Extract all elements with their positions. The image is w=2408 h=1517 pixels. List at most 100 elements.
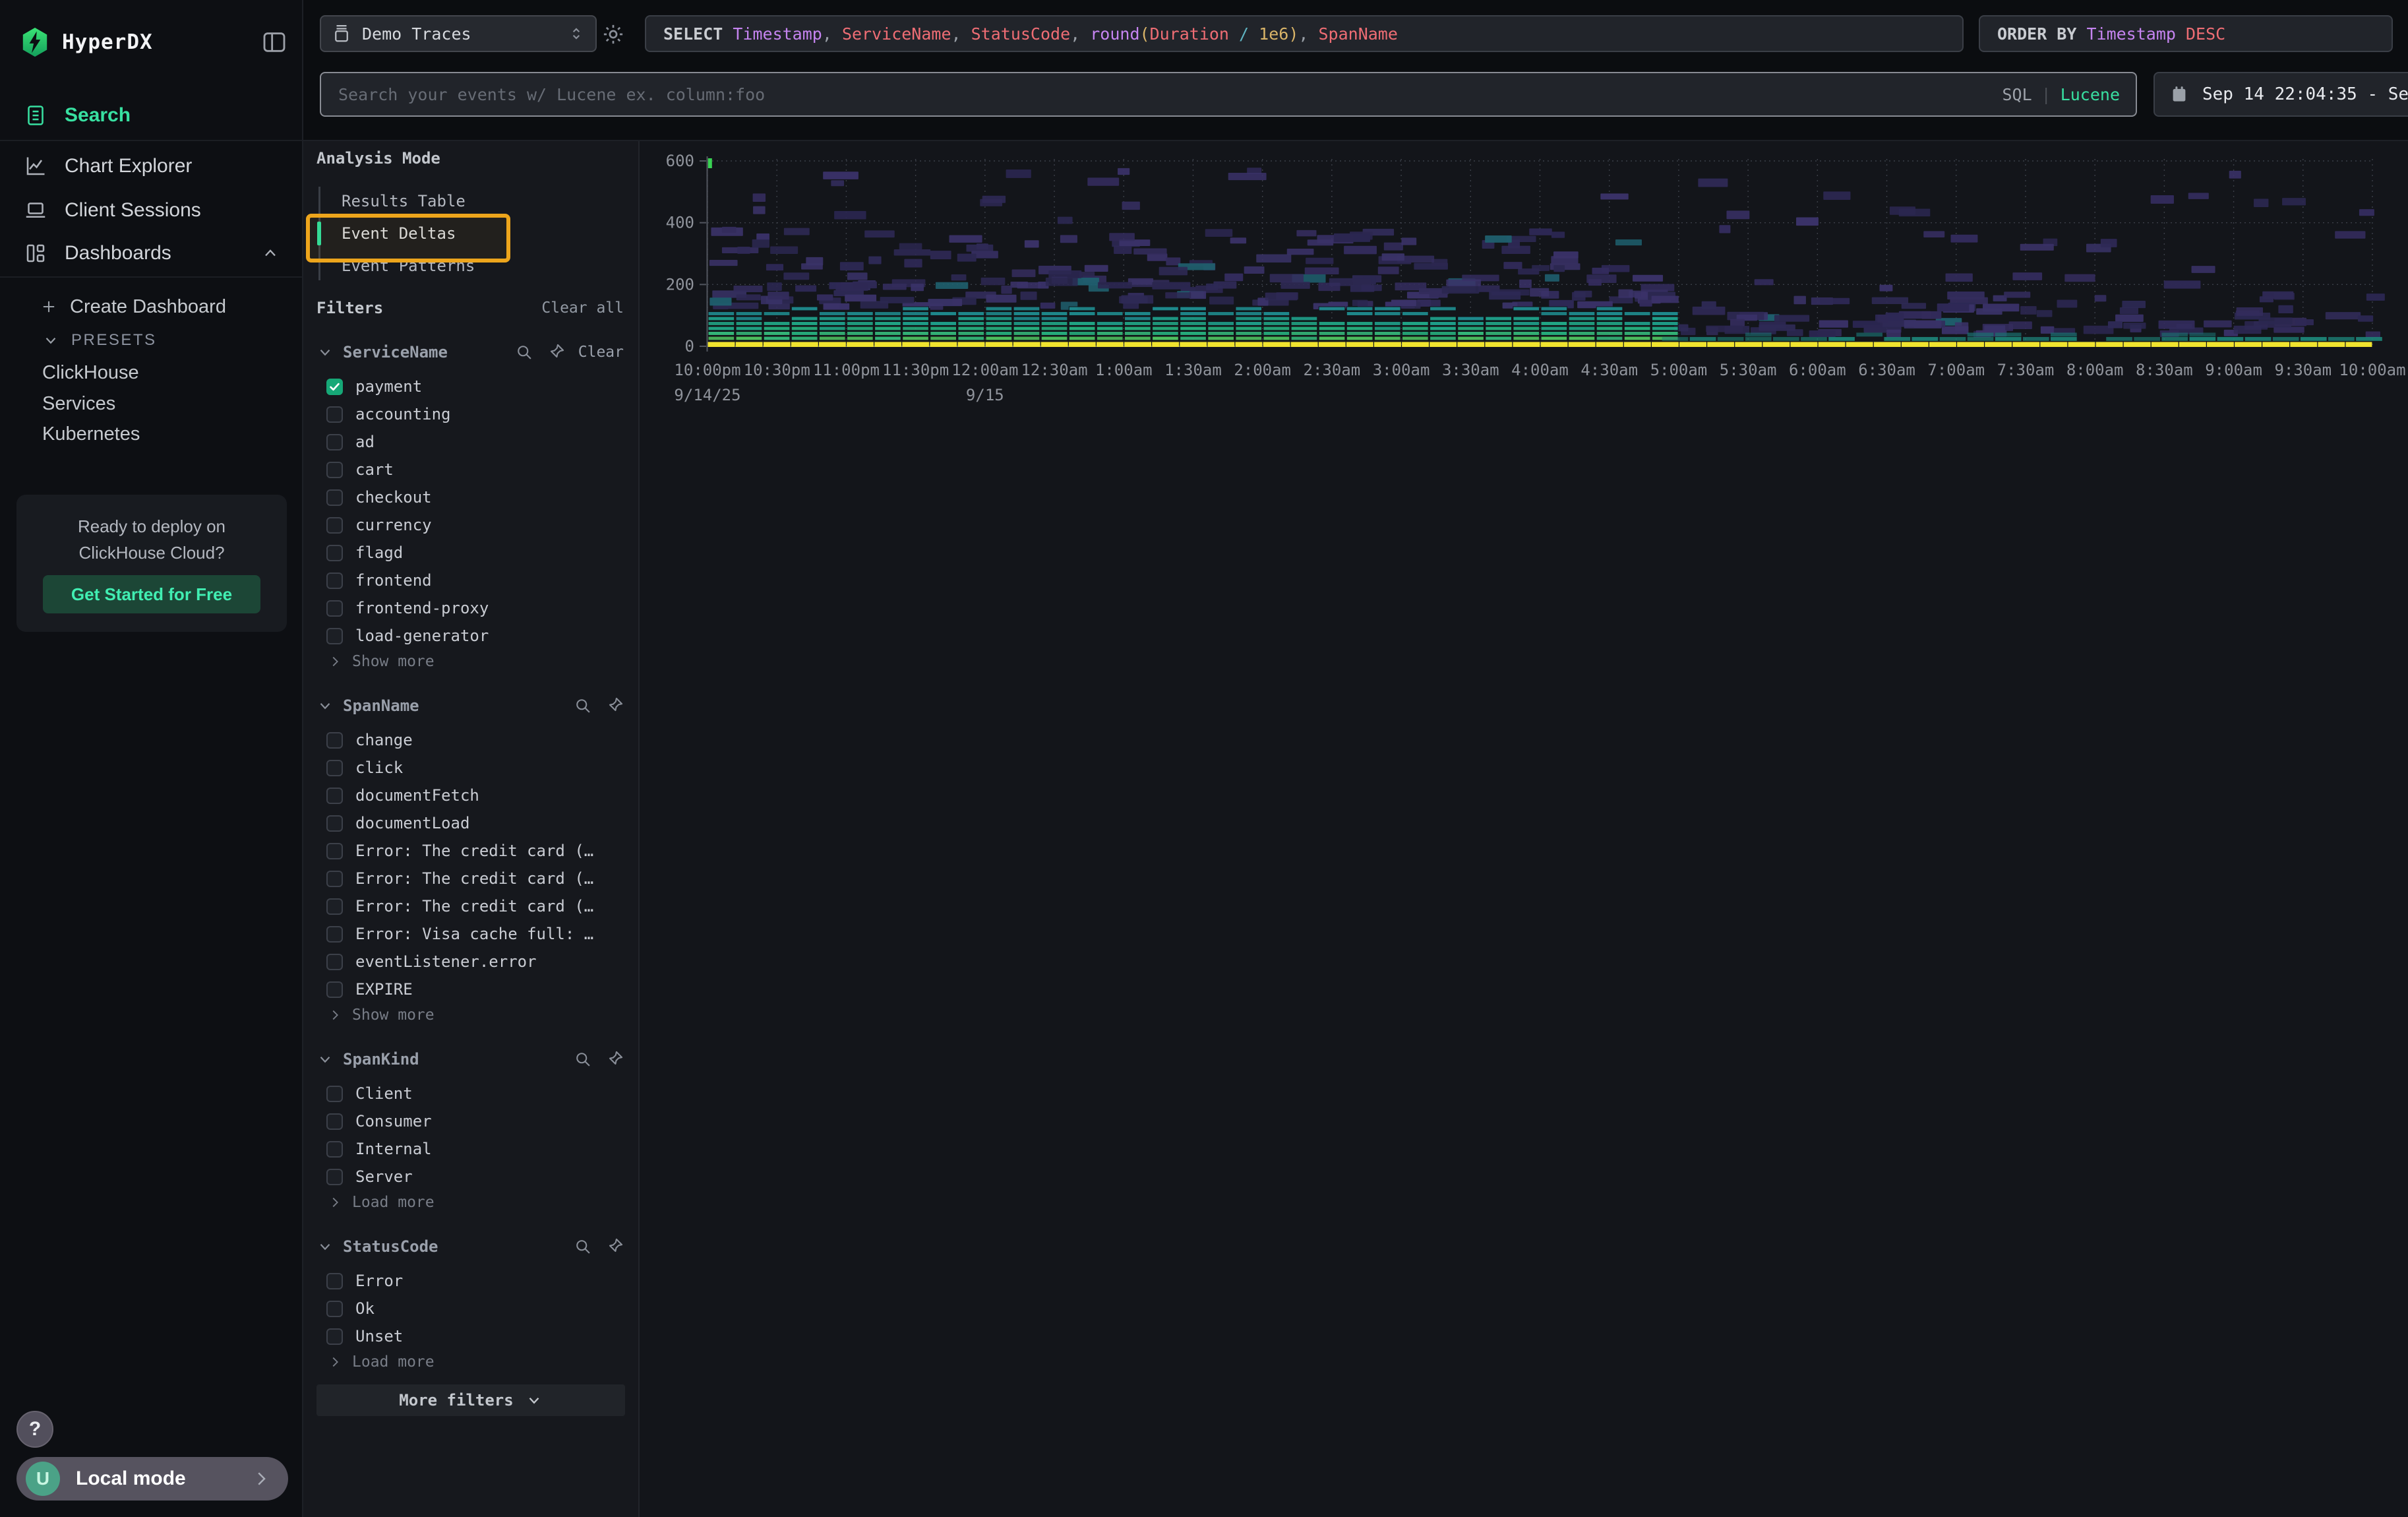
filter-option-client[interactable]: Client bbox=[303, 1080, 638, 1107]
filter-group-header[interactable]: StatusCode bbox=[303, 1225, 638, 1262]
checkbox[interactable] bbox=[326, 843, 343, 859]
load-more-button[interactable]: Load more bbox=[303, 1350, 638, 1374]
filter-option-ok[interactable]: Ok bbox=[303, 1295, 638, 1322]
filter-option-expire[interactable]: EXPIRE bbox=[303, 975, 638, 1003]
sidebar-item-presets[interactable]: PRESETS bbox=[0, 325, 302, 356]
filter-option-error-the-credit-card[interactable]: Error: The credit card (… bbox=[303, 892, 638, 920]
filter-option-flagd[interactable]: flagd bbox=[303, 539, 638, 567]
language-toggle-sql[interactable]: SQL bbox=[2002, 85, 2032, 104]
filter-option-frontend-proxy[interactable]: frontend-proxy bbox=[303, 594, 638, 622]
time-range-picker[interactable]: Sep 14 22:04:35 - Sep 15 10:04:35 bbox=[2153, 72, 2408, 117]
more-filters-button[interactable]: More filters bbox=[316, 1384, 625, 1416]
sidebar-item-chart-explorer[interactable]: Chart Explorer bbox=[0, 150, 302, 183]
filter-option-cart[interactable]: cart bbox=[303, 456, 638, 483]
checkbox[interactable] bbox=[326, 1301, 343, 1317]
checkbox[interactable] bbox=[326, 732, 343, 749]
pin-icon[interactable] bbox=[605, 697, 624, 715]
filter-option-consumer[interactable]: Consumer bbox=[303, 1107, 638, 1135]
filter-option-error[interactable]: Error bbox=[303, 1267, 638, 1295]
sidebar-item-dashboards[interactable]: Dashboards bbox=[0, 237, 302, 270]
filter-option-documentfetch[interactable]: documentFetch bbox=[303, 782, 638, 809]
search-icon[interactable] bbox=[574, 1050, 592, 1068]
checkbox[interactable] bbox=[326, 406, 343, 423]
checkbox-checked[interactable] bbox=[326, 379, 343, 395]
order-by-input[interactable]: ORDER BY Timestamp DESC bbox=[1979, 15, 2393, 52]
checkbox[interactable] bbox=[326, 517, 343, 534]
analysis-mode-option-event-deltas[interactable]: Event Deltas bbox=[303, 219, 559, 248]
filter-option-eventlistener-error[interactable]: eventListener.error bbox=[303, 948, 638, 975]
filter-group-header[interactable]: ServiceNameClear bbox=[303, 330, 638, 367]
checkbox[interactable] bbox=[326, 489, 343, 506]
checkbox[interactable] bbox=[326, 1113, 343, 1130]
checkbox[interactable] bbox=[326, 1086, 343, 1102]
filter-option-error-the-credit-card[interactable]: Error: The credit card (… bbox=[303, 837, 638, 865]
filter-option-click[interactable]: click bbox=[303, 754, 638, 782]
checkbox[interactable] bbox=[326, 926, 343, 943]
filter-option-accounting[interactable]: accounting bbox=[303, 400, 638, 428]
filter-option-error-visa-cache-full[interactable]: Error: Visa cache full: … bbox=[303, 920, 638, 948]
checkbox[interactable] bbox=[326, 434, 343, 450]
search-icon[interactable] bbox=[574, 697, 592, 715]
checkbox[interactable] bbox=[326, 898, 343, 915]
search-icon[interactable] bbox=[574, 1237, 592, 1256]
checkbox[interactable] bbox=[326, 1169, 343, 1185]
pin-icon[interactable] bbox=[547, 343, 565, 361]
gear-icon[interactable] bbox=[601, 22, 625, 46]
search-input[interactable] bbox=[337, 84, 2002, 105]
clear-all-button[interactable]: Clear all bbox=[541, 299, 624, 317]
checkbox[interactable] bbox=[326, 628, 343, 644]
duration-heatmap-chart[interactable]: 020040060010:00pm10:30pm11:00pm11:30pm12… bbox=[640, 141, 2408, 431]
show-more-button[interactable]: Show more bbox=[303, 1003, 638, 1027]
filter-option-unset[interactable]: Unset bbox=[303, 1322, 638, 1350]
checkbox[interactable] bbox=[326, 600, 343, 617]
checkbox[interactable] bbox=[326, 954, 343, 970]
sidebar-item-services[interactable]: Services bbox=[0, 388, 302, 419]
sidebar-item-kubernetes[interactable]: Kubernetes bbox=[0, 418, 302, 450]
checkbox[interactable] bbox=[326, 981, 343, 998]
chevron-right-icon bbox=[328, 654, 342, 669]
checkbox[interactable] bbox=[326, 573, 343, 589]
filter-option-internal[interactable]: Internal bbox=[303, 1135, 638, 1163]
filter-option-frontend[interactable]: frontend bbox=[303, 567, 638, 594]
get-started-button[interactable]: Get Started for Free bbox=[43, 575, 260, 613]
sidebar-item-search[interactable]: Search bbox=[0, 99, 302, 132]
filter-group-header[interactable]: SpanKind bbox=[303, 1037, 638, 1074]
filter-option-error-the-credit-card[interactable]: Error: The credit card (… bbox=[303, 865, 638, 892]
checkbox[interactable] bbox=[326, 462, 343, 478]
language-toggle-lucene[interactable]: Lucene bbox=[2061, 85, 2120, 104]
filter-option-load-generator[interactable]: load-generator bbox=[303, 622, 638, 650]
checkbox[interactable] bbox=[326, 1328, 343, 1345]
checkbox[interactable] bbox=[326, 545, 343, 561]
filter-option-checkout[interactable]: checkout bbox=[303, 483, 638, 511]
filter-group-header[interactable]: SpanName bbox=[303, 684, 638, 721]
pin-icon[interactable] bbox=[605, 1050, 624, 1068]
checkbox[interactable] bbox=[326, 871, 343, 887]
analysis-mode-option-event-patterns[interactable]: Event Patterns bbox=[303, 251, 559, 280]
sidebar-item-create-dashboard[interactable]: Create Dashboard bbox=[0, 291, 302, 323]
help-button[interactable]: ? bbox=[16, 1411, 53, 1448]
sidebar-item-clickhouse[interactable]: ClickHouse bbox=[0, 357, 302, 388]
load-more-button[interactable]: Load more bbox=[303, 1191, 638, 1214]
show-more-button[interactable]: Show more bbox=[303, 650, 638, 673]
search-icon[interactable] bbox=[515, 343, 533, 361]
analysis-mode-option-results-table[interactable]: Results Table bbox=[303, 187, 559, 216]
filter-option-server[interactable]: Server bbox=[303, 1163, 638, 1191]
filter-group-statuscode: StatusCode ErrorOkUnsetLoad more bbox=[303, 1225, 638, 1374]
filter-option-ad[interactable]: ad bbox=[303, 428, 638, 456]
checkbox[interactable] bbox=[326, 1141, 343, 1158]
checkbox[interactable] bbox=[326, 788, 343, 804]
checkbox[interactable] bbox=[326, 760, 343, 776]
filter-option-payment[interactable]: payment bbox=[303, 373, 638, 400]
clear-filter-button[interactable]: Clear bbox=[578, 344, 624, 361]
sidebar-item-client-sessions[interactable]: Client Sessions bbox=[0, 194, 302, 227]
sidebar-collapse-icon[interactable] bbox=[261, 29, 287, 55]
checkbox[interactable] bbox=[326, 815, 343, 832]
filter-option-change[interactable]: change bbox=[303, 726, 638, 754]
user-mode-pill[interactable]: U Local mode bbox=[16, 1457, 288, 1501]
filter-option-currency[interactable]: currency bbox=[303, 511, 638, 539]
sql-select-input[interactable]: SELECT Timestamp, ServiceName, StatusCod… bbox=[645, 15, 1964, 52]
pin-icon[interactable] bbox=[605, 1237, 624, 1256]
source-select[interactable]: Demo Traces bbox=[320, 15, 597, 52]
filter-option-documentload[interactable]: documentLoad bbox=[303, 809, 638, 837]
checkbox[interactable] bbox=[326, 1273, 343, 1289]
